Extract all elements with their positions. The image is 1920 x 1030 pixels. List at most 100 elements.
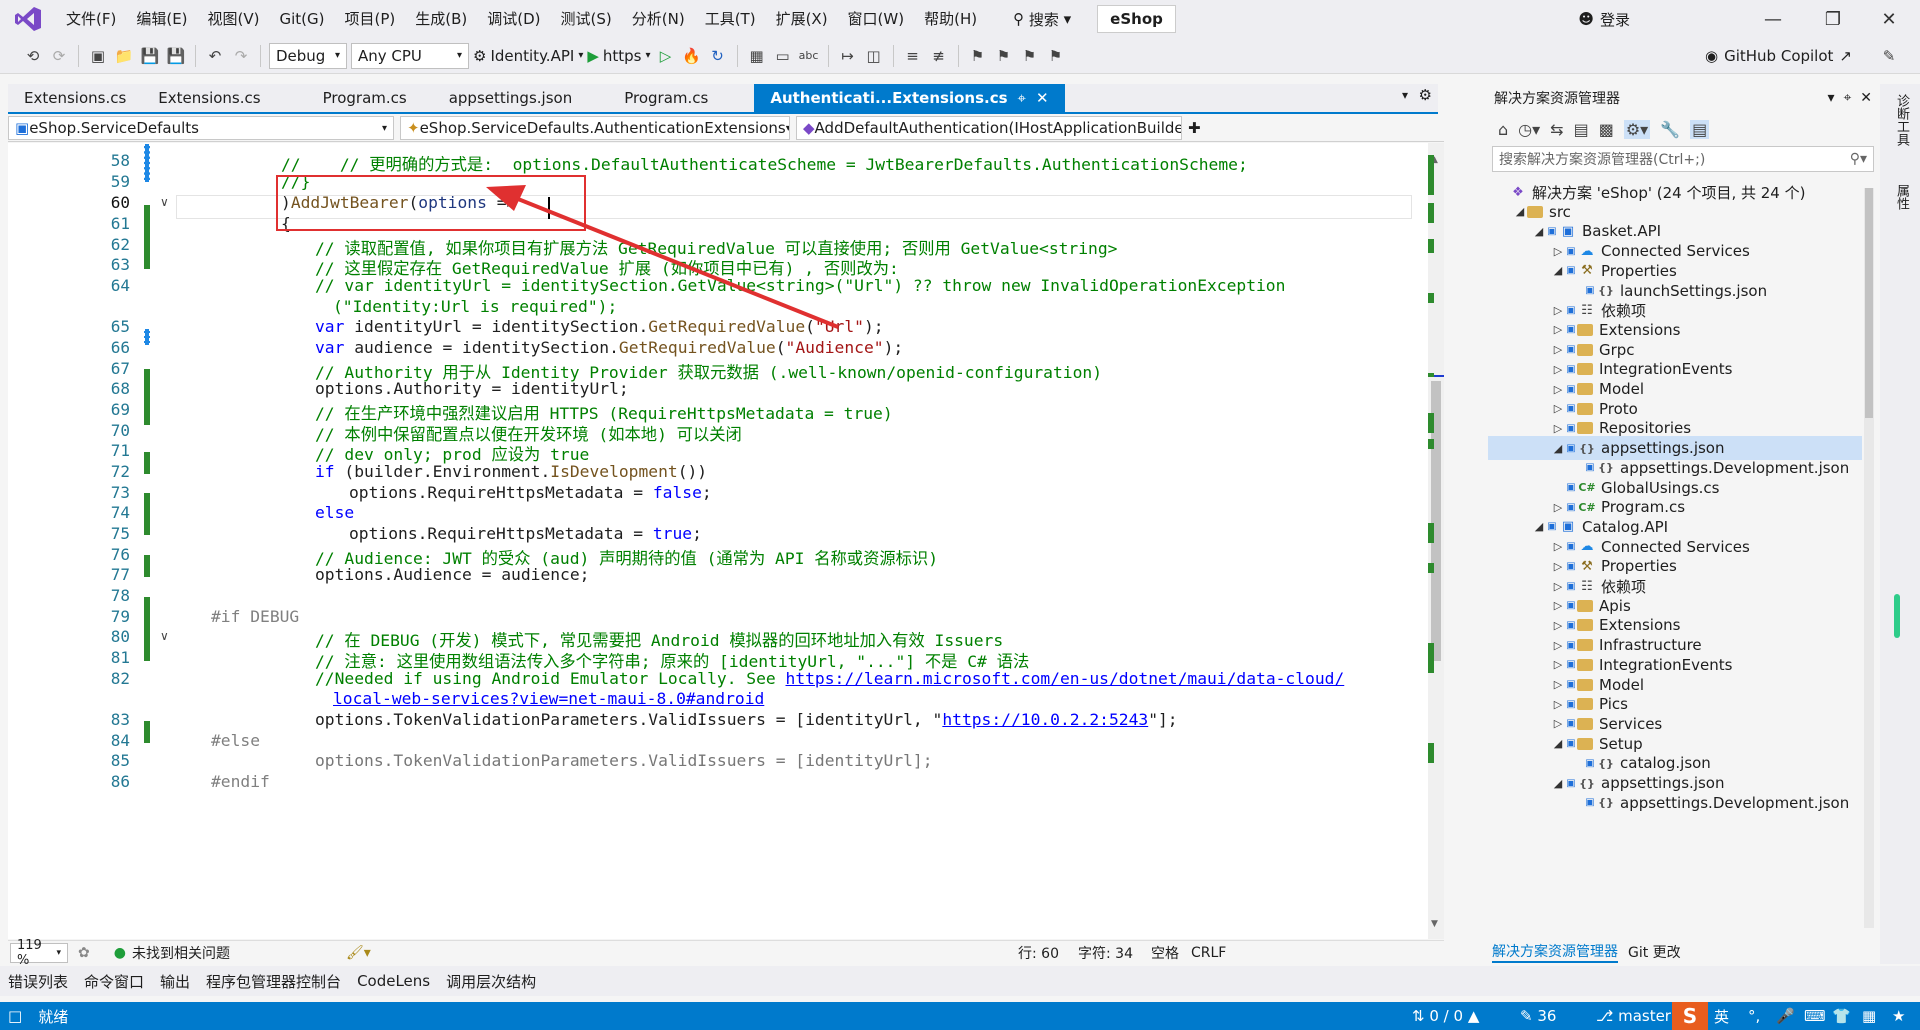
scroll-down-icon[interactable]: ▼ (1431, 919, 1438, 929)
expand-toggle-icon[interactable]: ▷ (1551, 363, 1565, 376)
code-map-icon[interactable]: ◫ (863, 45, 885, 67)
menu-analyze[interactable]: 分析(N) (622, 0, 695, 38)
hot-reload-icon[interactable]: 🔥 (681, 45, 703, 67)
expand-toggle-icon[interactable]: ▷ (1551, 323, 1565, 336)
tab-extensions-1[interactable]: Extensions.cs (8, 84, 142, 112)
whitespace-indicator[interactable]: 空格 (1151, 943, 1179, 963)
home-icon[interactable]: ⌂ (1498, 120, 1508, 139)
expand-toggle-icon[interactable]: ▷ (1551, 402, 1565, 415)
expand-toggle-icon[interactable]: ▷ (1551, 304, 1565, 317)
close-button[interactable]: ✕ (1866, 0, 1912, 38)
start-debug-button[interactable]: ▶ https ▾ (587, 47, 650, 65)
close-tab-icon[interactable]: ✕ (1036, 84, 1049, 112)
ime-language[interactable]: 英 (1714, 1006, 1729, 1027)
code-editor[interactable]: 58 59 60 61 62 63 64 65 66 67 68 69 70 71 72 73 74 75 76 77… (8, 143, 1444, 939)
expand-toggle-icon[interactable]: ▷ (1551, 599, 1565, 612)
browse-icon[interactable]: ▦ (746, 45, 768, 67)
settings-gear-icon[interactable]: ⚙ (1419, 86, 1432, 104)
forward-icon[interactable]: ⟳ (48, 45, 70, 67)
expand-toggle-icon[interactable]: ▷ (1551, 658, 1565, 671)
clear-bookmarks-icon[interactable]: ⚑ (1045, 45, 1067, 67)
menu-file[interactable]: 文件(F) (56, 0, 126, 38)
expand-toggle-icon[interactable]: ▷ (1551, 580, 1565, 593)
tab-error-list[interactable]: 错误列表 (8, 971, 68, 992)
expand-toggle-icon[interactable]: ▷ (1551, 560, 1565, 573)
fold-toggle-icon[interactable]: ∨ (160, 195, 169, 209)
expand-toggle-icon[interactable]: ▷ (1551, 717, 1565, 730)
filter-icon[interactable]: ⚙▾ (1623, 119, 1651, 139)
properties-icon[interactable]: 🔧 (1660, 120, 1680, 139)
startup-project-select[interactable]: ⚙ Identity.API ▾ (473, 47, 583, 65)
sync-status[interactable]: ⇅ 0 / 0 ▲ (1412, 1007, 1479, 1025)
show-all-files-icon[interactable]: ▩ (1599, 120, 1614, 139)
issuer-url-link[interactable]: https://10.0.2.2:5243 (942, 710, 1148, 729)
start-without-debug-icon[interactable]: ▷ (655, 45, 677, 67)
expand-toggle-icon[interactable]: ◢ (1513, 205, 1527, 218)
refresh-icon[interactable]: ↻ (707, 45, 729, 67)
pin-icon[interactable]: ⌖ (1843, 90, 1851, 106)
window-menu-icon[interactable]: ▾ (1828, 90, 1835, 106)
undo-icon[interactable]: ↶ (204, 45, 226, 67)
expand-toggle-icon[interactable]: ▷ (1551, 619, 1565, 632)
prev-bookmark-icon[interactable]: ⚑ (993, 45, 1015, 67)
fold-toggle-icon[interactable]: ∨ (160, 629, 169, 643)
next-bookmark-icon[interactable]: ⚑ (1019, 45, 1041, 67)
configuration-select[interactable]: Debug ▾ (269, 42, 347, 69)
git-branch[interactable]: ⎇ master (1596, 1007, 1671, 1025)
minimize-button[interactable]: — (1750, 0, 1796, 38)
tab-authentication-extensions[interactable]: Authenticati...Extensions.cs ⌖ ✕ (754, 84, 1065, 112)
tab-output[interactable]: 输出 (160, 971, 190, 992)
line-ending-indicator[interactable]: CRLF (1191, 945, 1226, 961)
docs-link[interactable]: https://learn.microsoft.com/en-us/dotnet… (786, 669, 1345, 688)
expand-toggle-icon[interactable]: ◢ (1532, 520, 1546, 533)
open-folder-icon[interactable]: 📁 (113, 45, 135, 67)
split-editor-icon[interactable]: ✚ (1188, 116, 1201, 141)
menu-window[interactable]: 窗口(W) (838, 0, 915, 38)
sync-with-document-icon[interactable]: ⇆ (1550, 120, 1563, 139)
login-button[interactable]: ☻ 登录 (1578, 0, 1630, 38)
menu-project[interactable]: 项目(P) (335, 0, 406, 38)
docs-link-continued[interactable]: local-web-services?view=net-maui-8.0#and… (333, 689, 764, 708)
menu-extensions[interactable]: 扩展(X) (766, 0, 838, 38)
expand-toggle-icon[interactable]: ▷ (1551, 678, 1565, 691)
expand-toggle-icon[interactable]: ▷ (1551, 639, 1565, 652)
collapse-all-icon[interactable]: ▤ (1574, 120, 1589, 139)
redo-icon[interactable]: ↷ (230, 45, 252, 67)
tab-git-changes[interactable]: Git 更改 (1628, 942, 1681, 962)
back-icon[interactable]: ⟲ (22, 45, 44, 67)
member-dropdown[interactable]: ◆AddDefaultAuthentication(IHostApplicati… (796, 116, 1182, 140)
solution-search-input[interactable]: 搜索解决方案资源管理器(Ctrl+;) ⚲▾ (1492, 146, 1874, 172)
menu-tools[interactable]: 工具(T) (695, 0, 766, 38)
project-dropdown[interactable]: ▣eShop.ServiceDefaults ▾ (8, 116, 394, 140)
type-dropdown[interactable]: ✦eShop.ServiceDefaults.AuthenticationExt… (400, 116, 790, 140)
expand-toggle-icon[interactable]: ▷ (1551, 540, 1565, 553)
char-indicator[interactable]: 字符: 34 (1078, 943, 1133, 963)
tree-item-appsettings-development[interactable]: ▣{} appsettings.Development.json (1488, 791, 1862, 815)
menu-view[interactable]: 视图(V) (198, 0, 270, 38)
intellicode-icon[interactable]: ✿ (78, 945, 90, 961)
feedback-icon[interactable]: ✎ (1878, 45, 1900, 67)
github-copilot-button[interactable]: ◉ GitHub Copilot ↗ (1705, 38, 1852, 74)
tab-command-window[interactable]: 命令窗口 (84, 971, 144, 992)
vertical-scrollbar[interactable]: ▲ ▼ (1428, 143, 1444, 939)
tab-extensions-2[interactable]: Extensions.cs (142, 84, 276, 112)
close-icon[interactable]: ✕ (1860, 90, 1872, 106)
tab-solution-explorer[interactable]: 解决方案资源管理器 (1492, 941, 1618, 963)
menu-help[interactable]: 帮助(H) (914, 0, 987, 38)
solution-scroll-thumb[interactable] (1865, 188, 1873, 418)
menu-build[interactable]: 生成(B) (405, 0, 477, 38)
expand-toggle-icon[interactable]: ◢ (1551, 264, 1565, 277)
platform-select[interactable]: Any CPU ▾ (351, 42, 469, 69)
new-project-icon[interactable]: ▣ (87, 45, 109, 67)
issues-status[interactable]: 未找到相关问题 (132, 943, 230, 963)
skin-icon[interactable]: 👕 (1832, 1007, 1851, 1025)
expand-toggle-icon[interactable]: ◢ (1532, 225, 1546, 238)
expand-toggle-icon[interactable]: ▷ (1551, 245, 1565, 258)
bookmark-icon[interactable]: ⚑ (967, 45, 989, 67)
notifications-icon[interactable]: ★ (1892, 1007, 1905, 1025)
uncomment-icon[interactable]: ≢ (928, 45, 950, 67)
layout-icon[interactable]: ▭ (772, 45, 794, 67)
expand-toggle-icon[interactable]: ▷ (1551, 422, 1565, 435)
expand-toggle-icon[interactable]: ◢ (1551, 442, 1565, 455)
rail-properties-tab[interactable]: 属性 (1892, 184, 1911, 210)
